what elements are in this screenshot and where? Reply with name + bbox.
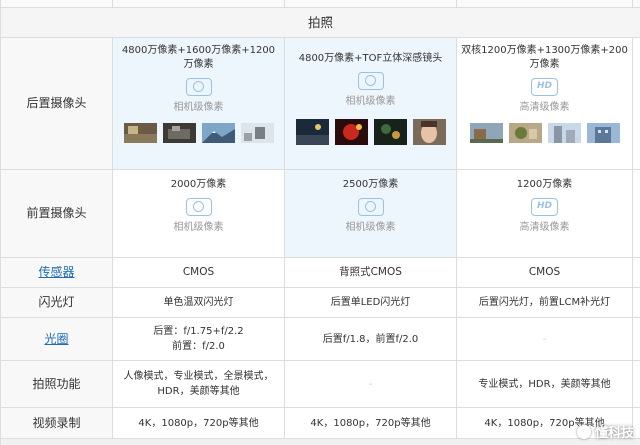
- aperture-col1: 后置：f/1.75+f/2.2 前置：f/2.0: [113, 318, 285, 361]
- top-strip: [457, 0, 633, 8]
- sample-photo-thumbnail[interactable]: [201, 123, 235, 143]
- video-col2: 4K，1080p，720p等其他: [285, 408, 457, 439]
- spec-text: 4800万像素+TOF立体深感镜头: [298, 53, 443, 64]
- camera-lens-icon: [357, 72, 384, 90]
- row-label-aperture: 光圈: [1, 318, 113, 361]
- row-label-sensor: 传感器: [1, 258, 113, 288]
- front-camera-col1: 2000万像素 相机级像素: [113, 170, 285, 258]
- top-strip: [633, 0, 640, 8]
- sample-photo-thumbnail[interactable]: [295, 119, 329, 145]
- flash-col3: 后置闪光灯，前置LCM补光灯: [457, 288, 633, 318]
- sample-photo-thumbnail[interactable]: [586, 123, 620, 143]
- pixel-grade: 相机级像素: [345, 222, 396, 233]
- watermark-text: 懂科技: [594, 426, 634, 441]
- right-edge-cell: [633, 361, 640, 408]
- spec-text: 2000万像素: [170, 179, 227, 190]
- features-col3: 专业模式，HDR，美颜等其他: [457, 361, 633, 408]
- pixel-grade: 相机级像素: [173, 102, 224, 113]
- hd-icon: HD: [531, 198, 558, 216]
- spec-text: 4800万像素+1600万像素+1200万像素: [121, 45, 276, 70]
- sample-photo-thumbnail[interactable]: [334, 119, 368, 145]
- sample-photo-thumbnail[interactable]: [412, 119, 446, 145]
- right-edge-cell: [633, 170, 640, 258]
- spec-text: 双核1200万像素+1300万像素+200万像素: [461, 45, 628, 70]
- bottom-strip: [1, 439, 640, 445]
- right-edge-cell: [633, 318, 640, 361]
- sample-photo-thumbnail[interactable]: [240, 123, 274, 143]
- pixel-grade: 高清级像素: [519, 222, 570, 233]
- sample-photo-thumbnail[interactable]: [123, 123, 157, 143]
- features-col1: 人像模式，专业模式，全景模式，HDR，美颜等其他: [113, 361, 285, 408]
- aperture-col3: -: [457, 318, 633, 361]
- sample-photo-thumbnail[interactable]: [469, 123, 503, 143]
- top-strip: [113, 0, 285, 8]
- spec-text: 1200万像素: [516, 179, 573, 190]
- row-label-photo-features: 拍照功能: [1, 361, 113, 408]
- section-title: 拍照: [1, 8, 640, 38]
- pixel-grade: 相机级像素: [345, 96, 396, 107]
- row-label-front-camera: 前置摄像头: [1, 170, 113, 258]
- rear-camera-col2: 4800万像素+TOF立体深感镜头 相机级像素: [285, 38, 457, 170]
- sensor-link[interactable]: 传感器: [38, 265, 74, 280]
- camera-lens-icon: [185, 198, 212, 216]
- sample-photo-thumbnail[interactable]: [162, 123, 196, 143]
- pixel-grade: 高清级像素: [519, 102, 570, 113]
- right-edge-cell: [633, 408, 640, 439]
- row-label-video: 视频录制: [1, 408, 113, 439]
- front-camera-col3: 1200万像素 HD 高清级像素: [457, 170, 633, 258]
- video-col1: 4K，1080p，720p等其他: [113, 408, 285, 439]
- row-label-rear-camera: 后置摄像头: [1, 38, 113, 170]
- sample-photo-thumbnail[interactable]: [373, 119, 407, 145]
- watermark: 懂科技: [576, 422, 634, 441]
- pixel-grade: 相机级像素: [173, 222, 224, 233]
- spec-text: 2500万像素: [342, 179, 399, 190]
- right-edge-cell: [633, 38, 640, 170]
- sample-photo-thumbnail[interactable]: [508, 123, 542, 143]
- sample-photo-thumbnail[interactable]: [547, 123, 581, 143]
- sample-photos: [123, 123, 274, 143]
- camera-lens-icon: [357, 198, 384, 216]
- camera-lens-icon: [185, 78, 212, 96]
- features-col2: -: [285, 361, 457, 408]
- flash-col1: 单色温双闪光灯: [113, 288, 285, 318]
- sample-photos: [295, 119, 446, 145]
- aperture-front: 前置：f/2.0: [172, 341, 225, 352]
- top-strip: [285, 0, 457, 8]
- aperture-col2: 后置f/1.8，前置f/2.0: [285, 318, 457, 361]
- top-strip: [1, 0, 113, 8]
- aperture-rear: 后置：f/1.75+f/2.2: [153, 326, 244, 337]
- sensor-col1: CMOS: [113, 258, 285, 288]
- aperture-link[interactable]: 光圈: [44, 332, 68, 347]
- rear-camera-col1: 4800万像素+1600万像素+1200万像素 相机级像素: [113, 38, 285, 170]
- rear-camera-col3: 双核1200万像素+1300万像素+200万像素 HD 高清级像素: [457, 38, 633, 170]
- front-camera-col2: 2500万像素 相机级像素: [285, 170, 457, 258]
- right-edge-cell: [633, 258, 640, 288]
- sensor-col2: 背照式CMOS: [285, 258, 457, 288]
- flash-col2: 后置单LED闪光灯: [285, 288, 457, 318]
- hd-icon: HD: [531, 78, 558, 96]
- row-label-flash: 闪光灯: [1, 288, 113, 318]
- spec-table: 拍照 后置摄像头 4800万像素+1600万像素+1200万像素 相机级像素 4…: [0, 0, 640, 445]
- watermark-logo-icon: [576, 424, 591, 439]
- right-edge-cell: [633, 288, 640, 318]
- sample-photos: [469, 123, 620, 143]
- sensor-col3: CMOS: [457, 258, 633, 288]
